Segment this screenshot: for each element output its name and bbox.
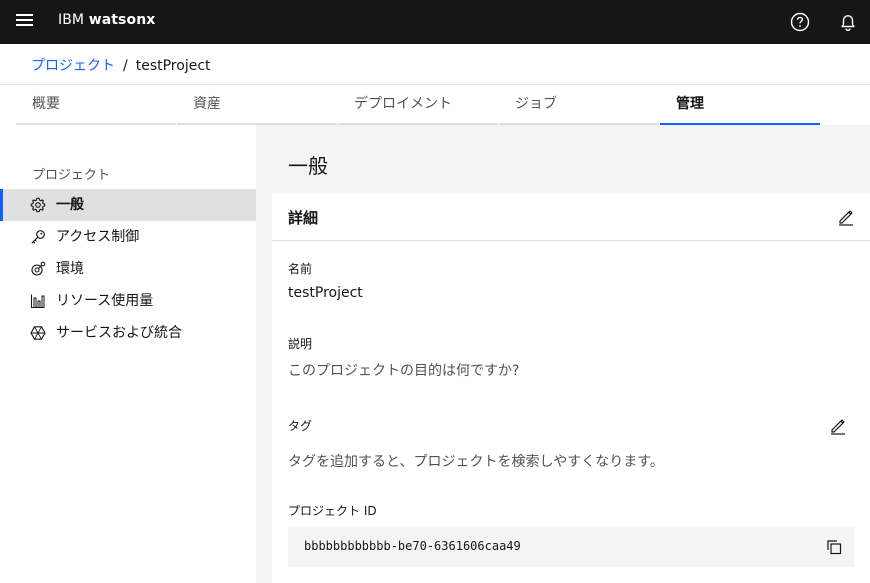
breadcrumb-projects-link[interactable]: プロジェクト [31, 58, 115, 74]
edit-details-icon[interactable] [837, 208, 855, 226]
top-header: IBM watsonx [0, 0, 870, 44]
sidebar-item-label: 一般 [56, 197, 84, 213]
menu-icon[interactable] [16, 14, 33, 28]
description-label: 説明 [288, 337, 313, 351]
sidebar-item-access-control[interactable]: アクセス制御 [0, 221, 256, 253]
brand-prefix: IBM [58, 12, 85, 28]
brand-product: watsonx [88, 12, 156, 28]
tab-bar: 概要 資産 デプロイメント ジョブ 管理 [16, 85, 870, 125]
sidebar-item-label: 環境 [56, 261, 84, 277]
tags-placeholder: タグを追加すると、プロジェクトを検索しやすくなります。 [288, 454, 664, 470]
name-value: testProject [288, 285, 363, 301]
tab-assets[interactable]: 資産 [177, 85, 337, 125]
sidebar-item-environments[interactable]: 環境 [0, 253, 256, 285]
details-card: 詳細 名前 testProject 説明 このプロジェクトの目的は何ですか? タ… [272, 193, 870, 583]
sidebar-heading: プロジェクト [32, 168, 111, 183]
bar-chart-icon [30, 294, 45, 309]
environment-icon [31, 261, 46, 276]
tab-overview[interactable]: 概要 [16, 85, 176, 125]
tab-manage[interactable]: 管理 [660, 85, 820, 125]
sidebar-item-services-integrations[interactable]: サービスおよび統合 [0, 317, 256, 349]
project-id-field: bbbbbbbbbbbb-be70-6361606caa49 [288, 527, 854, 567]
gear-icon [30, 197, 46, 213]
details-title: 詳細 [288, 209, 319, 227]
page-title: 一般 [288, 154, 328, 178]
sidebar-item-label: アクセス制御 [56, 229, 140, 245]
breadcrumb: プロジェクト / testProject [31, 56, 211, 76]
name-label: 名前 [288, 262, 313, 276]
details-card-header: 詳細 [272, 193, 870, 241]
key-icon [31, 230, 45, 244]
notification-icon[interactable] [837, 11, 859, 33]
breadcrumb-separator: / [123, 58, 128, 74]
help-icon[interactable] [789, 11, 811, 33]
brand-name[interactable]: IBM watsonx [58, 12, 155, 28]
integration-icon [30, 326, 46, 340]
copy-icon[interactable] [826, 539, 842, 555]
description-value[interactable]: このプロジェクトの目的は何ですか? [288, 360, 519, 380]
tab-deployments[interactable]: デプロイメント [338, 85, 498, 125]
sidebar-item-general[interactable]: 一般 [0, 189, 256, 221]
breadcrumb-current: testProject [135, 58, 211, 74]
sidebar-item-label: リソース使用量 [56, 293, 154, 309]
project-id-label: プロジェクト ID [288, 504, 377, 518]
sidebar-item-label: サービスおよび統合 [56, 325, 182, 341]
sidebar-item-resource-usage[interactable]: リソース使用量 [0, 285, 256, 317]
project-id-value[interactable]: bbbbbbbbbbbb-be70-6361606caa49 [304, 539, 521, 553]
tab-jobs[interactable]: ジョブ [499, 85, 659, 125]
edit-tags-icon[interactable] [829, 417, 847, 435]
tags-label: タグ [288, 419, 313, 433]
